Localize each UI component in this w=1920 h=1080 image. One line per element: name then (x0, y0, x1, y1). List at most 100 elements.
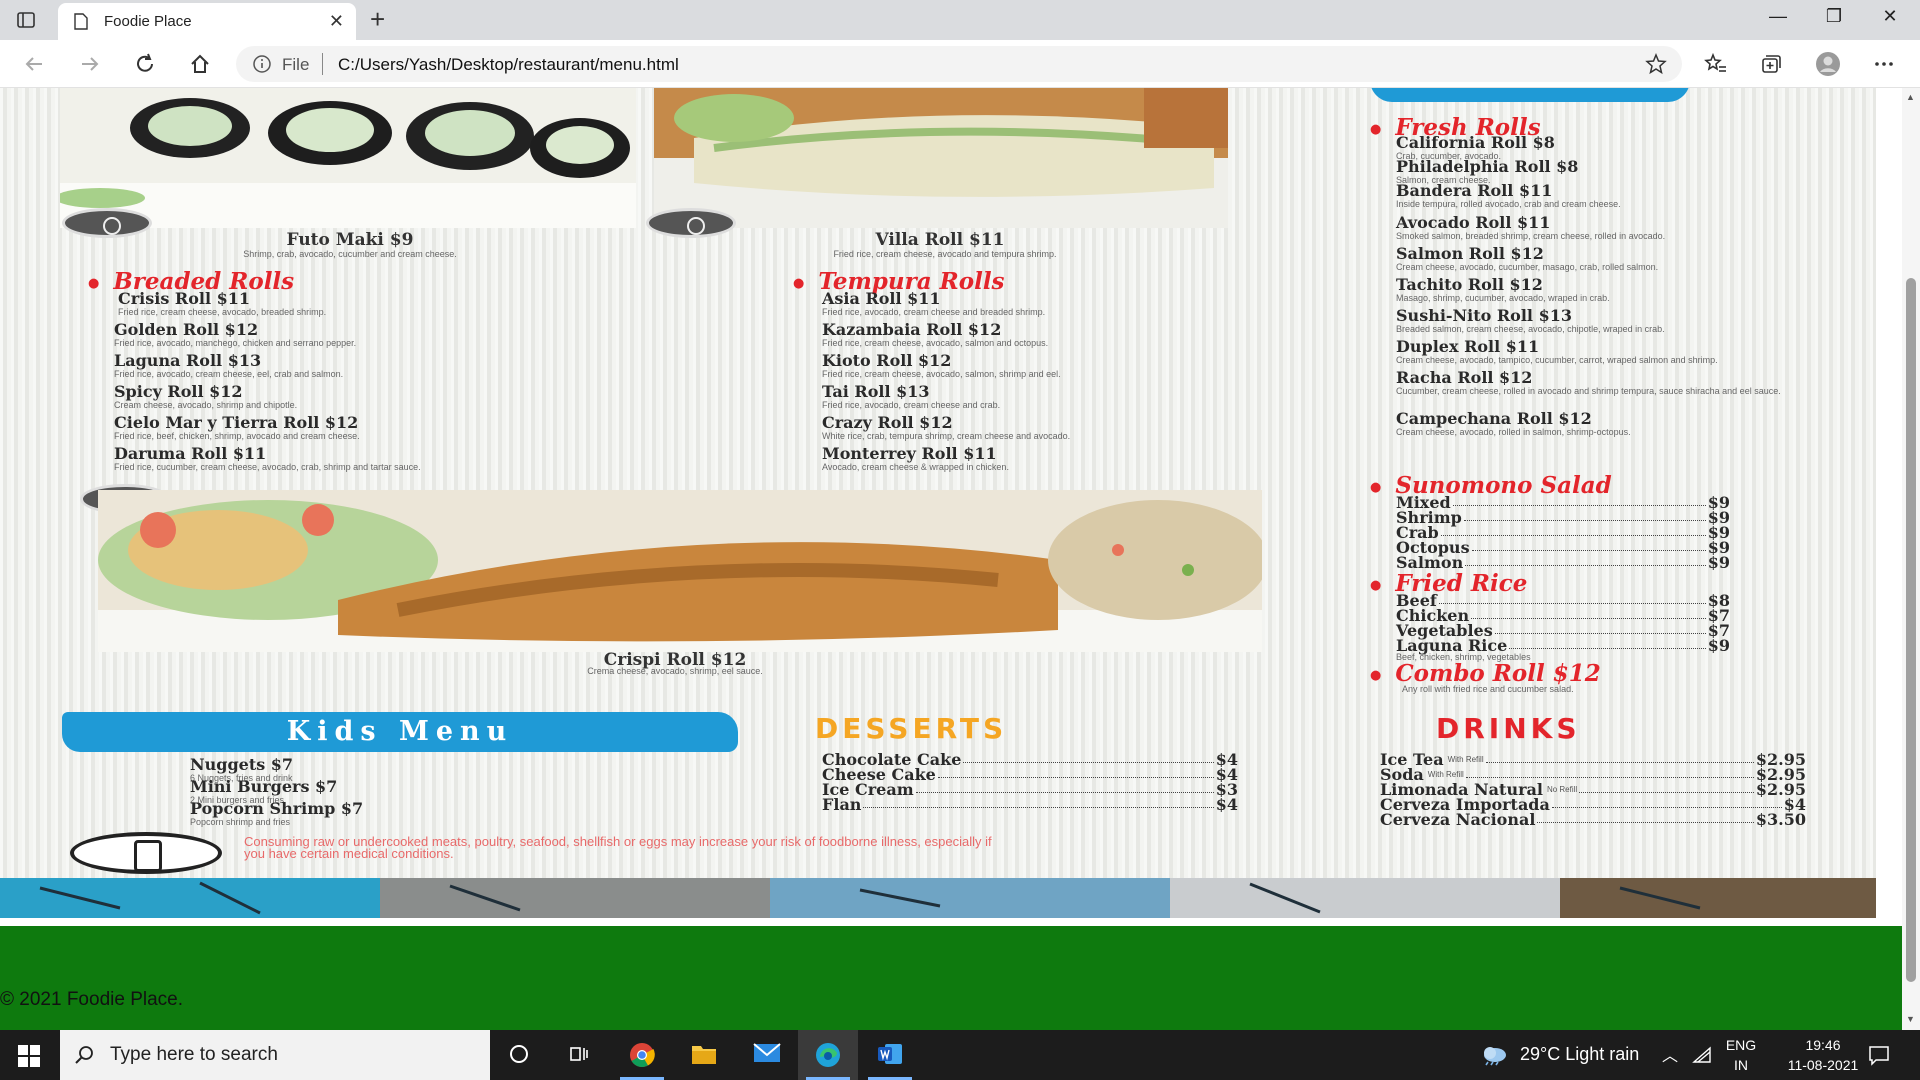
forward-icon[interactable] (76, 50, 104, 78)
scrollbar-thumb[interactable] (1906, 278, 1916, 982)
leader-dots (1579, 782, 1754, 793)
item-name: Mini Burgers $7 (190, 777, 338, 796)
item-name: Tai Roll $13 (822, 382, 930, 401)
item-name: Kioto Roll $12 (822, 351, 952, 370)
desserts-heading: DESSERTS (815, 712, 1008, 745)
close-tab-icon[interactable]: ✕ (329, 11, 344, 32)
address-url[interactable]: C:/Users/Yash/Desktop/restaurant/menu.ht… (338, 55, 679, 75)
cortana-icon[interactable] (490, 1030, 550, 1080)
item-price: $9 (1707, 636, 1730, 655)
page-footer: © 2021 Foodie Place. (0, 918, 1902, 1030)
villa-roll-desc: Fried rice, cream cheese, avocado and te… (833, 249, 1057, 259)
item-desc: Fried rice, beef, chicken, shrimp, avoca… (114, 431, 360, 441)
menu-item: Duplex Roll $11 Cream cheese, avocado, ta… (1396, 338, 1856, 365)
leader-dots (1494, 623, 1706, 634)
page-scrollbar[interactable]: ▲ ▼ (1902, 88, 1920, 1030)
menu-item: Kazambaia Roll $12 Fried rice, cream chee… (822, 321, 1282, 348)
item-desc: Cream cheese, avocado, rolled in salmon,… (1396, 427, 1631, 437)
browser-toolbar: File C:/Users/Yash/Desktop/restaurant/me… (0, 40, 1920, 88)
tab-actions-icon[interactable] (16, 10, 36, 30)
word-icon[interactable] (860, 1030, 920, 1080)
profile-avatar-icon[interactable] (1814, 50, 1842, 78)
favorites-icon[interactable] (1701, 50, 1729, 78)
edge-icon[interactable] (798, 1030, 858, 1080)
clock-date: 11-08-2021 (1787, 1057, 1859, 1073)
weather-cloud-icon[interactable] (1480, 1044, 1508, 1066)
menu-board: Futo Maki $9 Shrimp, crab, avocado, cucu… (0, 88, 1876, 918)
item-name: California Roll $8 (1396, 133, 1555, 152)
villa-roll-image (654, 88, 1228, 228)
item-desc: Fried rice, cucumber, cream cheese, avoc… (114, 462, 421, 472)
leader-dots (1537, 812, 1754, 823)
home-icon[interactable] (186, 50, 214, 78)
leader-dots (1551, 797, 1782, 808)
show-hidden-icons[interactable]: ︿ (1662, 1042, 1678, 1066)
leader-dots (915, 782, 1214, 793)
leader-dots (1485, 752, 1754, 763)
item-desc: Cream cheese, avocado, cucumber, masago,… (1396, 262, 1659, 272)
notifications-icon[interactable] (1868, 1044, 1890, 1066)
file-explorer-icon[interactable] (674, 1030, 734, 1080)
mail-icon[interactable] (736, 1030, 796, 1080)
scroll-down-icon[interactable]: ▼ (1906, 1014, 1915, 1024)
language-indicator[interactable]: ENG IN (1722, 1035, 1760, 1075)
menu-item: Spicy Roll $12 Cream cheese, avocado, shr… (114, 383, 574, 410)
item-name: Salmon Roll $12 (1396, 244, 1544, 263)
browser-tab[interactable]: Foodie Place ✕ (58, 3, 356, 40)
new-tab-button[interactable]: + (370, 4, 385, 35)
item-price: $3.50 (1755, 810, 1806, 829)
menu-item: Popcorn Shrimp $7 Popcorn shrimp and frie… (190, 800, 650, 827)
item-name: Duplex Roll $11 (1396, 337, 1540, 356)
restore-button[interactable]: ❐ (1814, 6, 1854, 27)
menu-item: Racha Roll $12 Cucumber, cream cheese, ro… (1396, 369, 1856, 396)
price-row: Flan $4 (822, 797, 1238, 813)
item-desc: Inside tempura, rolled avocado, crab and… (1396, 199, 1621, 209)
futo-maki-title: Futo Maki $9 (286, 230, 414, 250)
price-row: Cerveza Nacional $3.50 (1380, 810, 1806, 829)
info-icon[interactable] (252, 54, 272, 74)
minimize-button[interactable]: — (1758, 6, 1798, 27)
item-desc: Fried rice, cream cheese, avocado, salmo… (822, 338, 1049, 348)
menu-item: Laguna Roll $13 Fried rice, avocado, crea… (114, 352, 574, 379)
menu-item: Tachito Roll $12 Masago, shrimp, cucumber… (1396, 276, 1856, 303)
close-window-button[interactable]: ✕ (1870, 6, 1910, 27)
crispi-roll-photo (98, 490, 1262, 652)
leader-dots (963, 752, 1214, 763)
scroll-up-icon[interactable]: ▲ (1906, 92, 1915, 102)
page-icon (74, 13, 88, 30)
clock[interactable]: 19:46 11-08-2021 (1770, 1035, 1876, 1075)
kids-menu-banner: Kids Menu (62, 712, 738, 752)
add-favorite-icon[interactable] (1644, 52, 1668, 76)
wifi-icon[interactable] (1692, 1046, 1712, 1064)
menu-item: Golden Roll $12 Fried rice, avocado, manc… (114, 321, 574, 348)
item-name: Asia Roll $11 (822, 289, 941, 308)
item-name: Avocado Roll $11 (1396, 213, 1551, 232)
taskbar-search-box[interactable]: Type here to search (60, 1030, 490, 1080)
villa-roll-title: Villa Roll $11 (875, 230, 1005, 250)
item-desc: Breaded salmon, cream cheese, avocado, c… (1396, 324, 1665, 334)
back-icon[interactable] (20, 50, 48, 78)
leader-dots (937, 767, 1214, 778)
kids-menu-heading: Kids Menu (286, 716, 514, 747)
combo-roll-heading: Combo Roll $12 (1370, 660, 1600, 687)
collections-icon[interactable] (1756, 50, 1784, 78)
item-note: With Refill (1447, 755, 1484, 764)
menu-item: Salmon Roll $12 Cream cheese, avocado, cu… (1396, 245, 1856, 272)
price-row: Shrimp $9 (1396, 510, 1730, 526)
leader-dots (1471, 608, 1706, 619)
more-options-icon[interactable] (1870, 50, 1898, 78)
address-bar[interactable]: File C:/Users/Yash/Desktop/restaurant/me… (236, 46, 1682, 82)
leader-dots (1463, 510, 1706, 521)
windows-start-icon[interactable] (18, 1045, 40, 1067)
refresh-icon[interactable] (131, 50, 159, 78)
price-row: Salmon $9 (1396, 555, 1730, 571)
chrome-icon[interactable] (612, 1030, 672, 1080)
item-desc: Fried rice, avocado, cream cheese and br… (822, 307, 1046, 317)
weather-text[interactable]: 29°C Light rain (1520, 1044, 1639, 1065)
menu-item: Bandera Roll $11 Inside tempura, rolled a… (1396, 182, 1856, 209)
search-placeholder: Type here to search (110, 1044, 278, 1065)
item-desc: Cream cheese, avocado, tampico, cucumber… (1396, 355, 1718, 365)
menu-item: Avocado Roll $11 Smoked salmon, breaded s… (1396, 214, 1856, 241)
menu-item: Monterrey Roll $11 Avocado, cream cheese … (822, 445, 1282, 472)
task-view-icon[interactable] (550, 1030, 610, 1080)
